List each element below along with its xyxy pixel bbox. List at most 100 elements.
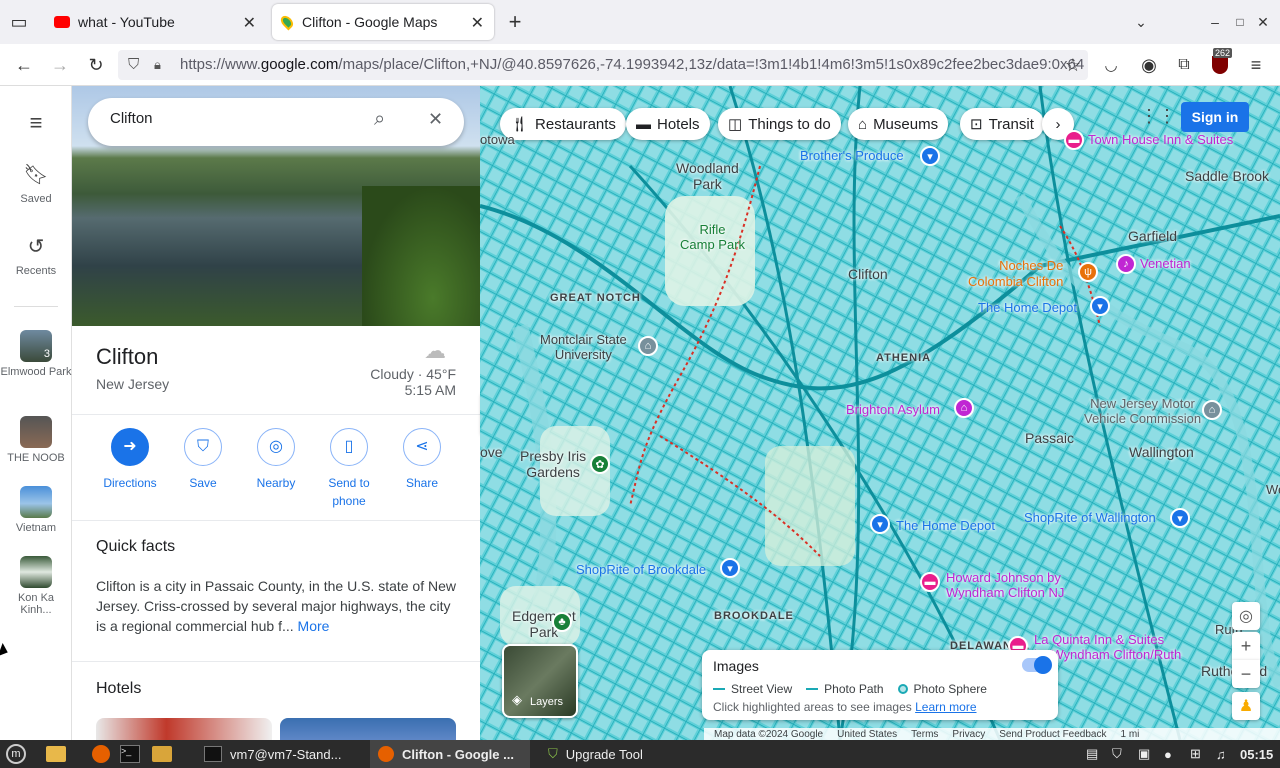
tab-overview-icon[interactable]: ▭ [8,11,30,33]
shopping-pin-icon[interactable]: ▾ [1090,296,1110,316]
privacy-link[interactable]: Privacy [952,729,985,740]
recent-item-the-noob[interactable]: THE NOOB [0,416,72,464]
folder-launcher-icon[interactable] [152,740,172,768]
poi-town-house[interactable]: Town House Inn & Suites [1088,132,1233,147]
taskbar-item-firefox[interactable]: Clifton - Google ... [370,740,530,768]
files-launcher-icon[interactable] [46,740,66,768]
venue-pin-icon[interactable]: ♪ [1116,254,1136,274]
poi-venetian[interactable]: Venetian [1140,256,1191,271]
chip-transit[interactable]: ⊡ Transit [960,108,1044,140]
garden-pin-icon[interactable]: ✿ [590,454,610,474]
hotel-pin-icon[interactable]: ▬ [920,572,940,592]
ublock-icon[interactable]: 262 [1209,48,1233,76]
shopping-pin-icon[interactable]: ▾ [920,146,940,166]
close-tab-icon[interactable]: ✕ [471,13,484,33]
audio-tray-icon[interactable]: ♫ [1216,740,1226,768]
save-button[interactable]: ⛉ Save [173,428,233,492]
taskbar-item-terminal[interactable]: vm7@vm7-Stand... [196,740,362,768]
maximize-icon[interactable]: □ [1229,11,1251,33]
network-tray-icon[interactable]: ⊞ [1190,740,1201,768]
learn-more-link[interactable]: Learn more [915,700,976,714]
poi-brighton-asylum[interactable]: Brighton Asylum [846,402,940,417]
new-tab-icon[interactable]: + [504,9,526,34]
feedback-link[interactable]: Send Product Feedback [999,729,1106,740]
poi-shoprite-wallington[interactable]: ShopRite of Wallington [1024,510,1156,525]
recents-button[interactable]: ↺ Recents [0,234,72,277]
chip-things-to-do[interactable]: ◫ Things to do [718,108,841,140]
pocket-icon[interactable]: ◡ [1100,54,1122,76]
extensions-icon[interactable]: ⧉ [1173,54,1195,76]
shopping-pin-icon[interactable]: ▾ [870,514,890,534]
grocery-pin-icon[interactable]: ▾ [720,558,740,578]
university-pin-icon[interactable]: ⌂ [638,336,658,356]
poi-brothers-produce[interactable]: Brother's Produce [800,148,904,163]
images-toggle[interactable] [1022,656,1052,674]
poi-home-depot-north[interactable]: The Home Depot [978,300,1077,315]
url-field[interactable]: ⛉ 🔒︎ https://www.google.com/maps/place/C… [118,50,1088,80]
grocery-pin-icon[interactable]: ▾ [1170,508,1190,528]
chip-hotels[interactable]: ▬ Hotels [626,108,710,140]
clock[interactable]: 05:15 [1240,740,1273,768]
tab-youtube[interactable]: what - YouTube ✕ [44,4,266,40]
restaurant-pin-icon[interactable]: ψ [1078,262,1098,282]
hotel-card-thumbnail[interactable] [96,718,272,740]
terminal-launcher-icon[interactable]: >_ [120,740,140,768]
shield-tray-icon[interactable]: ⛉ [1112,740,1122,768]
mint-menu-icon[interactable]: m [6,740,26,768]
saved-button[interactable]: 🔖︎ Saved [0,162,72,205]
list-tabs-chevron-icon[interactable]: ⌄ [1130,11,1152,33]
bookmark-star-icon[interactable]: ☆ [1062,54,1084,76]
zoom-out-button[interactable]: − [1232,660,1260,688]
account-icon[interactable]: ◉ [1138,54,1160,76]
poi-shoprite-brookdale[interactable]: ShopRite of Brookdale [576,562,706,577]
send-to-phone-button[interactable]: ▯ Send to phone [319,428,379,510]
minimize-icon[interactable]: – [1204,11,1226,33]
region-link[interactable]: United States [837,729,897,740]
recent-label: Elmwood Park [0,366,72,378]
hamburger-menu-icon[interactable]: ≡ [0,110,72,136]
poi-home-depot-south[interactable]: The Home Depot [896,518,995,533]
chip-restaurants[interactable]: 🍴︎ Restaurants [500,108,626,140]
more-link[interactable]: More [298,618,330,634]
clipboard-tray-icon[interactable]: ▤ [1086,740,1098,768]
recent-item-vietnam[interactable]: Vietnam [0,486,72,534]
directions-button[interactable]: ➜ Directions [100,428,160,492]
hotel-pin-icon[interactable]: ▬ [1064,130,1084,150]
recent-thumbnail [20,556,52,588]
hotel-card-thumbnail[interactable] [280,718,456,740]
poi-howard-johnson[interactable]: Howard Johnson by Wyndham Clifton NJ [946,570,1064,600]
close-window-icon[interactable]: ✕ [1252,11,1274,33]
layers-button[interactable]: ◈ Layers [502,644,578,718]
forward-icon[interactable]: → [49,54,71,76]
search-input[interactable] [110,110,360,127]
map-canvas[interactable]: 🍴︎ Restaurants ▬ Hotels ◫ Things to do ⌂ Mus… [480,86,1280,740]
menu-icon[interactable]: ≡ [1245,54,1267,76]
firefox-launcher-icon[interactable] [92,740,110,768]
notes-tray-icon[interactable]: ▣ [1138,740,1150,768]
zoom-in-button[interactable]: + [1232,632,1260,660]
recent-item-elmwood-park[interactable]: 3 Elmwood Park [0,330,72,378]
sign-in-button[interactable]: Sign in [1181,102,1249,132]
recent-item-kon-ka-kinh[interactable]: Kon Ka Kinh... [0,556,72,616]
clear-search-icon[interactable]: ✕ [428,109,443,130]
tab-google-maps[interactable]: Clifton - Google Maps ✕ [272,4,494,40]
poi-nj-motor-vehicle[interactable]: New Jersey Motor Vehicle Commission [1084,396,1201,426]
poi-noches-de-colombia[interactable]: Noches De Colombia Clifton [968,258,1063,290]
pegman-icon[interactable]: ♟ [1232,692,1260,720]
user-tray-icon[interactable]: ● [1164,740,1172,768]
back-icon[interactable]: ← [13,54,35,76]
close-tab-icon[interactable]: ✕ [243,13,256,33]
terms-link[interactable]: Terms [911,729,938,740]
chip-museums[interactable]: ⌂ Museums [848,108,949,140]
share-button[interactable]: ⋖ Share [392,428,452,492]
my-location-button[interactable]: ◎ [1232,602,1260,630]
government-pin-icon[interactable]: ⌂ [1202,400,1222,420]
search-icon[interactable]: ⌕ [374,108,385,131]
taskbar-item-upgrade-tool[interactable]: ⛉ Upgrade Tool [540,740,680,768]
museum-pin-icon[interactable]: ⌂ [954,398,974,418]
search-box[interactable]: ⌕ ✕ [88,98,464,146]
park-pin-icon[interactable]: ♣ [552,612,572,632]
nearby-button[interactable]: ◎ Nearby [246,428,306,492]
reload-icon[interactable]: ↻ [85,54,107,76]
scale-bar[interactable]: 1 mi [1121,729,1140,740]
